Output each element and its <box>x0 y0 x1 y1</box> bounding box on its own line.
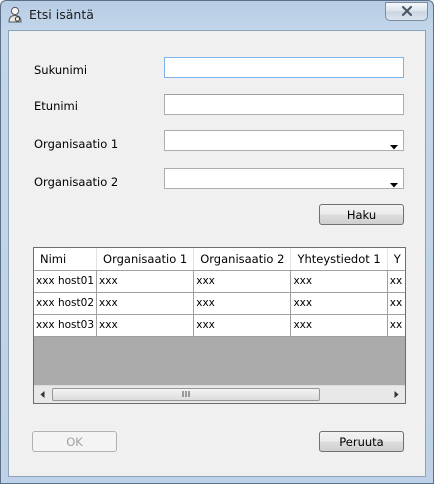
chevron-down-icon[interactable] <box>390 177 398 191</box>
cell-organisation2[interactable]: xxx <box>193 292 292 315</box>
firstname-field[interactable] <box>164 94 404 115</box>
arrow-left-icon[interactable] <box>34 386 51 403</box>
arrow-right-icon[interactable] <box>388 386 405 403</box>
ok-button[interactable]: OK <box>32 431 117 452</box>
cell-organisation1[interactable]: xxx <box>96 270 195 293</box>
user-search-icon <box>7 6 23 24</box>
cell-contact2[interactable]: xx <box>387 270 405 293</box>
window-title: Etsi isäntä <box>29 7 94 22</box>
cell-name[interactable]: xxx host03 <box>34 314 98 337</box>
organisation1-select[interactable] <box>164 130 404 151</box>
table-row[interactable]: xxx host03 xxx xxx xxx xx <box>34 314 405 337</box>
cell-name[interactable]: xxx host01 <box>34 270 98 293</box>
table-row[interactable]: xxx host02 xxx xxx xxx xx <box>34 292 405 315</box>
surname-input[interactable] <box>165 58 403 77</box>
surname-label: Sukunimi <box>34 63 88 77</box>
dialog-window: Etsi isäntä Sukunimi Etunimi Organisaati… <box>0 0 434 484</box>
dialog-body: Sukunimi Etunimi Organisaatio 1 Organisa… <box>8 30 426 477</box>
table-row[interactable]: xxx host01 xxx xxx xxx xx <box>34 270 405 293</box>
firstname-input[interactable] <box>165 95 403 114</box>
search-button[interactable]: Haku <box>319 204 404 225</box>
column-header-contact1[interactable]: Yhteystiedot 1 <box>290 248 388 271</box>
results-table: Nimi Organisaatio 1 Organisaatio 2 Yhtey… <box>34 248 405 337</box>
cell-organisation2[interactable]: xxx <box>193 314 292 337</box>
column-header-organisation1[interactable]: Organisaatio 1 <box>96 248 195 271</box>
header-row: Nimi Organisaatio 1 Organisaatio 2 Yhtey… <box>34 248 405 271</box>
cell-contact1[interactable]: xxx <box>290 270 388 293</box>
cell-organisation2[interactable]: xxx <box>193 270 292 293</box>
horizontal-scrollbar[interactable] <box>34 385 405 403</box>
column-header-contact2[interactable]: Y <box>387 248 405 271</box>
results-grid[interactable]: Nimi Organisaatio 1 Organisaatio 2 Yhtey… <box>33 247 406 404</box>
cell-contact1[interactable]: xxx <box>290 292 388 315</box>
close-button[interactable] <box>385 2 428 21</box>
cell-contact2[interactable]: xx <box>387 314 405 337</box>
firstname-label: Etunimi <box>34 99 78 113</box>
close-icon <box>401 5 413 19</box>
organisation2-label: Organisaatio 2 <box>34 175 119 189</box>
cell-contact1[interactable]: xxx <box>290 314 388 337</box>
scrollbar-thumb[interactable] <box>52 388 320 401</box>
title-bar[interactable]: Etsi isäntä <box>1 1 433 29</box>
surname-field[interactable] <box>164 57 404 78</box>
organisation2-select[interactable] <box>164 168 404 189</box>
cell-name[interactable]: xxx host02 <box>34 292 98 315</box>
cell-organisation1[interactable]: xxx <box>96 292 195 315</box>
organisation1-label: Organisaatio 1 <box>34 137 119 151</box>
column-header-name[interactable]: Nimi <box>34 248 98 271</box>
grip-icon <box>182 390 190 399</box>
cancel-button[interactable]: Peruuta <box>319 431 404 452</box>
chevron-down-icon[interactable] <box>390 139 398 153</box>
cell-contact2[interactable]: xx <box>387 292 405 315</box>
grid-viewport: Nimi Organisaatio 1 Organisaatio 2 Yhtey… <box>34 248 405 385</box>
cell-organisation1[interactable]: xxx <box>96 314 195 337</box>
column-header-organisation2[interactable]: Organisaatio 2 <box>193 248 292 271</box>
